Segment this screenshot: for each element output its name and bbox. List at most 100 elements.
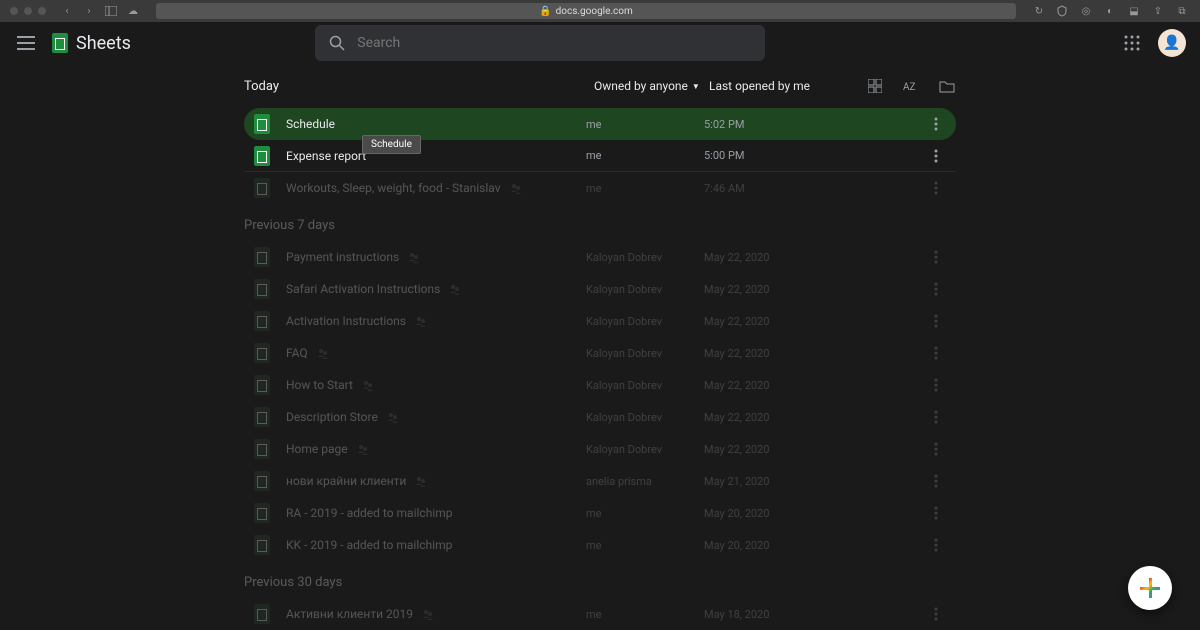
url-text: docs.google.com: [556, 6, 633, 17]
create-new-button[interactable]: [1128, 566, 1172, 610]
sheets-file-icon: [254, 375, 270, 395]
nav-forward-icon[interactable]: ›: [80, 2, 98, 20]
file-name: Description Store: [286, 410, 586, 424]
file-owner: Kaloyan Dobrev: [586, 283, 704, 296]
file-name: KK - 2019 - added to mailchimp: [286, 538, 586, 552]
file-row[interactable]: Payment instructions Kaloyan Dobrev May …: [244, 241, 956, 273]
more-actions-button[interactable]: [926, 503, 946, 523]
more-actions-button[interactable]: [926, 439, 946, 459]
file-name: Schedule: [286, 117, 586, 131]
file-name: How to Start: [286, 378, 586, 392]
ext3-icon[interactable]: ⬓: [1126, 3, 1142, 19]
more-actions-button[interactable]: [926, 343, 946, 363]
file-date: 7:46 AM: [704, 182, 926, 195]
traffic-maximize[interactable]: [38, 7, 46, 15]
more-actions-button[interactable]: [926, 604, 946, 624]
address-bar[interactable]: 🔒 docs.google.com: [156, 3, 1016, 19]
file-row[interactable]: How to Start Kaloyan Dobrev May 22, 2020: [244, 369, 956, 401]
file-row[interactable]: нови крайни клиенти anelia prisma May 21…: [244, 465, 956, 497]
file-row[interactable]: Expense report me 5:00 PM: [244, 140, 956, 172]
sheets-file-icon: [254, 146, 270, 166]
file-row[interactable]: FAQ Kaloyan Dobrev May 22, 2020: [244, 337, 956, 369]
chevron-down-icon: ▼: [692, 82, 700, 91]
shared-icon: [356, 442, 370, 456]
more-actions-button[interactable]: [926, 407, 946, 427]
search-icon: [329, 35, 345, 51]
section-header: Previous 7 days: [244, 204, 956, 241]
traffic-minimize[interactable]: [24, 7, 32, 15]
file-row[interactable]: Home page Kaloyan Dobrev May 22, 2020: [244, 433, 956, 465]
cloud-icon[interactable]: ☁: [124, 2, 142, 20]
file-row[interactable]: Workouts, Sleep, weight, food - Stanisla…: [244, 172, 956, 204]
app-logo[interactable]: Sheets: [52, 33, 131, 54]
file-row[interactable]: KK - 2019 - added to mailchimp me May 20…: [244, 529, 956, 561]
shared-icon: [414, 314, 428, 328]
file-name: Expense report: [286, 149, 586, 163]
sheets-file-icon: [254, 247, 270, 267]
traffic-close[interactable]: [10, 7, 18, 15]
sheets-file-icon: [254, 471, 270, 491]
file-owner: Kaloyan Dobrev: [586, 379, 704, 392]
apps-grid-icon[interactable]: [1120, 31, 1144, 55]
section-label: Today: [244, 79, 594, 94]
shield-icon[interactable]: [1054, 3, 1070, 19]
file-row[interactable]: Safari Activation Instructions Kaloyan D…: [244, 273, 956, 305]
sheets-file-icon: [254, 279, 270, 299]
more-actions-button[interactable]: [926, 279, 946, 299]
file-row[interactable]: Activation Instructions Kaloyan Dobrev M…: [244, 305, 956, 337]
file-name: Home page: [286, 442, 586, 456]
search-input[interactable]: [357, 35, 751, 51]
shared-icon: [448, 282, 462, 296]
sheets-file-icon: [254, 343, 270, 363]
file-owner: Kaloyan Dobrev: [586, 315, 704, 328]
grid-view-icon[interactable]: [866, 77, 884, 95]
file-owner: me: [586, 608, 704, 621]
ext2-icon[interactable]: ◐: [1102, 3, 1118, 19]
nav-back-icon[interactable]: ‹: [58, 2, 76, 20]
plus-icon: [1140, 578, 1160, 598]
sort-az-icon[interactable]: AZ: [902, 77, 920, 95]
file-owner: me: [586, 149, 704, 162]
sheets-file-icon: [254, 439, 270, 459]
more-actions-button[interactable]: [926, 375, 946, 395]
sidebar-icon[interactable]: [102, 2, 120, 20]
user-avatar[interactable]: 👤: [1158, 29, 1186, 57]
more-actions-button[interactable]: [926, 114, 946, 134]
browser-chrome: ‹ › ☁ 🔒 docs.google.com ↻ ◎ ◐ ⬓ ⇪ ⧉: [0, 0, 1200, 22]
file-owner: Kaloyan Dobrev: [586, 443, 704, 456]
sheets-file-icon: [254, 311, 270, 331]
ext1-icon[interactable]: ◎: [1078, 3, 1094, 19]
file-name: нови крайни клиенти: [286, 474, 586, 488]
shared-icon: [414, 474, 428, 488]
more-actions-button[interactable]: [926, 311, 946, 331]
sort-label: Last opened by me: [709, 79, 866, 93]
file-row[interactable]: Description Store Kaloyan Dobrev May 22,…: [244, 401, 956, 433]
more-actions-button[interactable]: [926, 146, 946, 166]
file-row[interactable]: RA - 2019 - added to mailchimp me May 20…: [244, 497, 956, 529]
shared-icon: [386, 410, 400, 424]
file-row[interactable]: Активни клиенти 2019 me May 18, 2020: [244, 598, 956, 630]
file-tooltip: Schedule: [362, 135, 421, 154]
reload-icon[interactable]: ↻: [1030, 2, 1048, 20]
main-menu-button[interactable]: [14, 31, 38, 55]
tabs-icon[interactable]: ⧉: [1174, 3, 1190, 19]
svg-text:AZ: AZ: [903, 82, 916, 93]
sheets-logo-icon: [52, 33, 68, 53]
folder-icon[interactable]: [938, 77, 956, 95]
sheets-file-icon: [254, 503, 270, 523]
file-date: May 22, 2020: [704, 443, 926, 456]
more-actions-button[interactable]: [926, 178, 946, 198]
sheets-file-icon: [254, 604, 270, 624]
file-name: Activation Instructions: [286, 314, 586, 328]
owner-filter-dropdown[interactable]: Owned by anyone ▼: [594, 79, 709, 93]
file-owner: me: [586, 539, 704, 552]
file-date: May 20, 2020: [704, 507, 926, 520]
more-actions-button[interactable]: [926, 247, 946, 267]
share-icon[interactable]: ⇪: [1150, 3, 1166, 19]
more-actions-button[interactable]: [926, 471, 946, 491]
search-bar[interactable]: [315, 25, 765, 61]
file-owner: anelia prisma: [586, 475, 704, 488]
file-date: May 22, 2020: [704, 347, 926, 360]
file-row[interactable]: Schedule me 5:02 PM: [244, 108, 956, 140]
more-actions-button[interactable]: [926, 535, 946, 555]
